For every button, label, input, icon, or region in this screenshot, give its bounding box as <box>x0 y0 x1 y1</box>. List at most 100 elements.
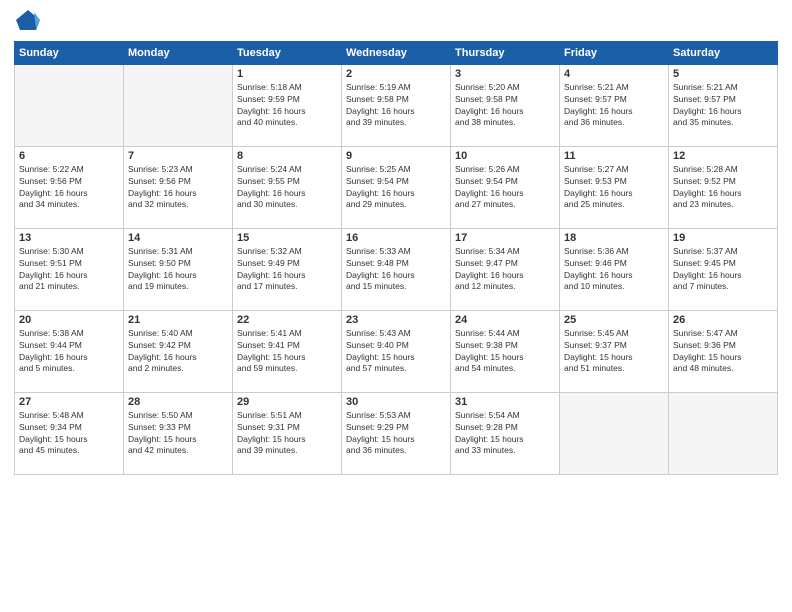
calendar-cell: 12 Sunrise: 5:28 AM Sunset: 9:52 PM Dayli… <box>669 146 778 228</box>
day-number: 18 <box>564 232 664 244</box>
day-detail: Sunrise: 5:23 AM Sunset: 9:56 PM Dayligh… <box>128 164 228 212</box>
calendar-cell: 30Sunrise: 5:53 AM Sunset: 9:29 PM Dayli… <box>342 392 451 474</box>
calendar-cell: 10Sunrise: 5:26 AM Sunset: 9:54 PM Dayli… <box>451 146 560 228</box>
day-detail: Sunrise: 5:20 AM Sunset: 9:58 PM Dayligh… <box>455 82 555 130</box>
calendar-cell: 25 Sunrise: 5:45 AM Sunset: 9:37 PM Dayli… <box>560 310 669 392</box>
day-detail: Sunrise: 5:27 AM Sunset: 9:53 PM Dayligh… <box>564 164 664 212</box>
calendar-cell: 6Sunrise: 5:22 AM Sunset: 9:56 PM Daylig… <box>15 146 124 228</box>
week-row-2: 13 Sunrise: 5:30 AM Sunset: 9:51 PM Dayli… <box>15 228 778 310</box>
day-detail: Sunrise: 5:34 AM Sunset: 9:47 PM Dayligh… <box>455 246 555 294</box>
day-number: 8 <box>237 150 337 162</box>
day-number: 5 <box>673 68 773 80</box>
day-number: 25 <box>564 314 664 326</box>
calendar-cell: 15 Sunrise: 5:32 AM Sunset: 9:49 PM Dayli… <box>233 228 342 310</box>
calendar-cell: 9Sunrise: 5:25 AM Sunset: 9:54 PM Daylig… <box>342 146 451 228</box>
calendar-cell: 4 Sunrise: 5:21 AM Sunset: 9:57 PM Daylig… <box>560 64 669 146</box>
day-number: 12 <box>673 150 773 162</box>
day-number: 21 <box>128 314 228 326</box>
calendar-cell: 29 Sunrise: 5:51 AM Sunset: 9:31 PM Dayli… <box>233 392 342 474</box>
page: SundayMondayTuesdayWednesdayThursdayFrid… <box>0 0 792 612</box>
calendar-cell: 17Sunrise: 5:34 AM Sunset: 9:47 PM Dayli… <box>451 228 560 310</box>
week-row-1: 6Sunrise: 5:22 AM Sunset: 9:56 PM Daylig… <box>15 146 778 228</box>
day-number: 7 <box>128 150 228 162</box>
week-row-3: 20 Sunrise: 5:38 AM Sunset: 9:44 PM Dayli… <box>15 310 778 392</box>
day-detail: Sunrise: 5:28 AM Sunset: 9:52 PM Dayligh… <box>673 164 773 212</box>
calendar-cell: 28 Sunrise: 5:50 AM Sunset: 9:33 PM Dayli… <box>124 392 233 474</box>
calendar-cell: 23 Sunrise: 5:43 AM Sunset: 9:40 PM Dayli… <box>342 310 451 392</box>
day-number: 30 <box>346 396 446 408</box>
day-number: 23 <box>346 314 446 326</box>
day-detail: Sunrise: 5:21 AM Sunset: 9:57 PM Dayligh… <box>564 82 664 130</box>
day-number: 19 <box>673 232 773 244</box>
calendar-cell: 26 Sunrise: 5:47 AM Sunset: 9:36 PM Dayli… <box>669 310 778 392</box>
day-detail: Sunrise: 5:44 AM Sunset: 9:38 PM Dayligh… <box>455 328 555 376</box>
calendar-cell <box>15 64 124 146</box>
day-number: 20 <box>19 314 119 326</box>
calendar-cell: 5 Sunrise: 5:21 AM Sunset: 9:57 PM Daylig… <box>669 64 778 146</box>
day-detail: Sunrise: 5:25 AM Sunset: 9:54 PM Dayligh… <box>346 164 446 212</box>
calendar: SundayMondayTuesdayWednesdayThursdayFrid… <box>14 41 778 475</box>
day-number: 15 <box>237 232 337 244</box>
weekday-header-thursday: Thursday <box>451 41 560 64</box>
day-number: 3 <box>455 68 555 80</box>
day-detail: Sunrise: 5:41 AM Sunset: 9:41 PM Dayligh… <box>237 328 337 376</box>
day-detail: Sunrise: 5:21 AM Sunset: 9:57 PM Dayligh… <box>673 82 773 130</box>
day-detail: Sunrise: 5:45 AM Sunset: 9:37 PM Dayligh… <box>564 328 664 376</box>
day-detail: Sunrise: 5:40 AM Sunset: 9:42 PM Dayligh… <box>128 328 228 376</box>
weekday-header-monday: Monday <box>124 41 233 64</box>
day-detail: Sunrise: 5:32 AM Sunset: 9:49 PM Dayligh… <box>237 246 337 294</box>
day-detail: Sunrise: 5:24 AM Sunset: 9:55 PM Dayligh… <box>237 164 337 212</box>
day-detail: Sunrise: 5:22 AM Sunset: 9:56 PM Dayligh… <box>19 164 119 212</box>
day-detail: Sunrise: 5:36 AM Sunset: 9:46 PM Dayligh… <box>564 246 664 294</box>
day-detail: Sunrise: 5:51 AM Sunset: 9:31 PM Dayligh… <box>237 410 337 458</box>
day-number: 11 <box>564 150 664 162</box>
day-detail: Sunrise: 5:50 AM Sunset: 9:33 PM Dayligh… <box>128 410 228 458</box>
day-number: 1 <box>237 68 337 80</box>
day-detail: Sunrise: 5:38 AM Sunset: 9:44 PM Dayligh… <box>19 328 119 376</box>
calendar-cell: 13 Sunrise: 5:30 AM Sunset: 9:51 PM Dayli… <box>15 228 124 310</box>
day-number: 29 <box>237 396 337 408</box>
day-detail: Sunrise: 5:43 AM Sunset: 9:40 PM Dayligh… <box>346 328 446 376</box>
day-detail: Sunrise: 5:19 AM Sunset: 9:58 PM Dayligh… <box>346 82 446 130</box>
day-detail: Sunrise: 5:33 AM Sunset: 9:48 PM Dayligh… <box>346 246 446 294</box>
calendar-cell: 27 Sunrise: 5:48 AM Sunset: 9:34 PM Dayli… <box>15 392 124 474</box>
day-number: 31 <box>455 396 555 408</box>
calendar-cell <box>669 392 778 474</box>
day-number: 4 <box>564 68 664 80</box>
day-number: 26 <box>673 314 773 326</box>
day-detail: Sunrise: 5:54 AM Sunset: 9:28 PM Dayligh… <box>455 410 555 458</box>
day-number: 28 <box>128 396 228 408</box>
calendar-cell <box>124 64 233 146</box>
weekday-header-row: SundayMondayTuesdayWednesdayThursdayFrid… <box>15 41 778 64</box>
calendar-cell: 8 Sunrise: 5:24 AM Sunset: 9:55 PM Daylig… <box>233 146 342 228</box>
calendar-cell: 11 Sunrise: 5:27 AM Sunset: 9:53 PM Dayli… <box>560 146 669 228</box>
day-number: 24 <box>455 314 555 326</box>
calendar-cell <box>560 392 669 474</box>
day-number: 10 <box>455 150 555 162</box>
day-number: 27 <box>19 396 119 408</box>
weekday-header-friday: Friday <box>560 41 669 64</box>
day-detail: Sunrise: 5:37 AM Sunset: 9:45 PM Dayligh… <box>673 246 773 294</box>
day-detail: Sunrise: 5:48 AM Sunset: 9:34 PM Dayligh… <box>19 410 119 458</box>
calendar-cell: 7 Sunrise: 5:23 AM Sunset: 9:56 PM Daylig… <box>124 146 233 228</box>
calendar-cell: 14Sunrise: 5:31 AM Sunset: 9:50 PM Dayli… <box>124 228 233 310</box>
calendar-cell: 24 Sunrise: 5:44 AM Sunset: 9:38 PM Dayli… <box>451 310 560 392</box>
week-row-4: 27 Sunrise: 5:48 AM Sunset: 9:34 PM Dayli… <box>15 392 778 474</box>
day-detail: Sunrise: 5:30 AM Sunset: 9:51 PM Dayligh… <box>19 246 119 294</box>
calendar-cell: 20 Sunrise: 5:38 AM Sunset: 9:44 PM Dayli… <box>15 310 124 392</box>
calendar-cell: 3 Sunrise: 5:20 AM Sunset: 9:58 PM Daylig… <box>451 64 560 146</box>
day-number: 16 <box>346 232 446 244</box>
calendar-cell: 21 Sunrise: 5:40 AM Sunset: 9:42 PM Dayli… <box>124 310 233 392</box>
day-number: 13 <box>19 232 119 244</box>
day-detail: Sunrise: 5:47 AM Sunset: 9:36 PM Dayligh… <box>673 328 773 376</box>
calendar-cell: 16 Sunrise: 5:33 AM Sunset: 9:48 PM Dayli… <box>342 228 451 310</box>
weekday-header-saturday: Saturday <box>669 41 778 64</box>
logo-text <box>14 10 40 35</box>
logo <box>14 10 40 35</box>
day-detail: Sunrise: 5:31 AM Sunset: 9:50 PM Dayligh… <box>128 246 228 294</box>
calendar-cell: 18 Sunrise: 5:36 AM Sunset: 9:46 PM Dayli… <box>560 228 669 310</box>
calendar-cell: 2Sunrise: 5:19 AM Sunset: 9:58 PM Daylig… <box>342 64 451 146</box>
day-detail: Sunrise: 5:18 AM Sunset: 9:59 PM Dayligh… <box>237 82 337 130</box>
weekday-header-tuesday: Tuesday <box>233 41 342 64</box>
calendar-cell: 22Sunrise: 5:41 AM Sunset: 9:41 PM Dayli… <box>233 310 342 392</box>
